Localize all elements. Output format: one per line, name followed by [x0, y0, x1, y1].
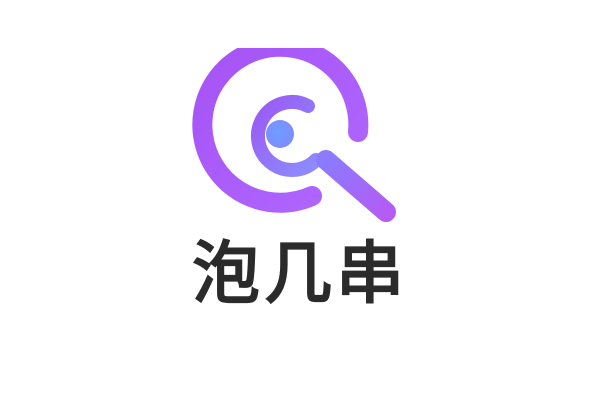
magnifier-handle	[316, 150, 396, 222]
lens-dot	[266, 120, 294, 148]
brand-name: 泡几串	[191, 234, 408, 314]
search-magnifier-icon	[192, 48, 396, 222]
logo-canvas: 泡几串	[0, 0, 600, 400]
